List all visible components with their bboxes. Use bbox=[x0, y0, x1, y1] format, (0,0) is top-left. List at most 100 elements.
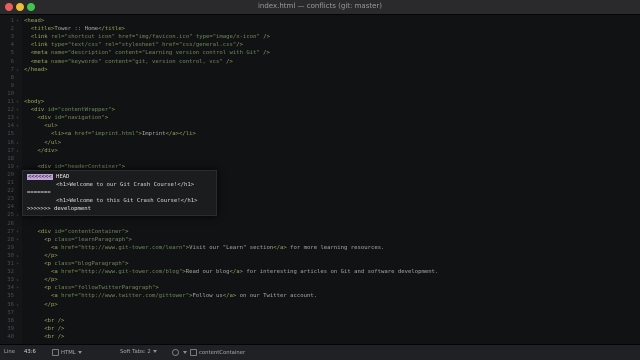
code-line[interactable]: 27 ▾ <div id="contentContainer"> bbox=[0, 228, 640, 236]
fold-toggle-icon[interactable]: ▾ bbox=[16, 228, 20, 236]
language-selector[interactable]: HTML bbox=[52, 349, 82, 356]
code-line[interactable]: 28 ▾ <p class="learnParagraph"> bbox=[0, 236, 640, 244]
code-text: <p class="blogParagraph"> bbox=[44, 261, 129, 267]
code-text: <br /> bbox=[44, 333, 65, 340]
conflict-head-marker: <<<<<<< bbox=[27, 174, 53, 180]
symbol-label: contentContainer bbox=[199, 350, 246, 356]
code-line[interactable]: 15 <li><a href="imprint.html">Imprint</a… bbox=[0, 130, 640, 138]
line-number: 21 bbox=[7, 180, 14, 186]
code-text: </p> bbox=[44, 301, 58, 308]
fold-toggle-icon[interactable]: ▾ bbox=[16, 122, 20, 130]
code-text: <meta name="keywords" content="git, vers… bbox=[30, 58, 233, 65]
code-line[interactable]: 34 ▾ <p class="followTwitterParagraph"> bbox=[0, 284, 640, 292]
line-number: 12 bbox=[7, 107, 14, 114]
line-number: 5 bbox=[10, 50, 14, 57]
code-text: <body> bbox=[24, 99, 45, 105]
code-line[interactable]: 18 bbox=[0, 155, 640, 163]
code-line[interactable]: 33 ▴ </p> bbox=[0, 276, 640, 284]
line-number: 32 bbox=[7, 269, 14, 276]
fold-toggle-icon[interactable]: ▾ bbox=[16, 260, 20, 268]
fold-toggle-icon[interactable]: ▴ bbox=[16, 147, 20, 155]
fold-toggle-icon[interactable]: ▾ bbox=[16, 236, 20, 244]
code-line[interactable]: 7 ▴ </head> bbox=[0, 66, 640, 74]
fold-toggle-icon[interactable]: ▴ bbox=[16, 252, 20, 260]
line-number: 34 bbox=[7, 285, 14, 292]
code-text: <p class="learnParagraph"> bbox=[44, 236, 132, 243]
code-line[interactable]: 31 ▾ <p class="blogParagraph"> bbox=[0, 260, 640, 268]
line-number: 9 bbox=[10, 82, 14, 89]
code-text: <title>Tower :: Home</title> bbox=[30, 26, 126, 33]
code-text: <a href="http://www.git-tower.com/learn"… bbox=[50, 244, 385, 251]
code-line[interactable]: 29 <a href="http://www.git-tower.com/lea… bbox=[0, 244, 640, 252]
code-line[interactable]: 3 <link rel="shortcut icon" href="img/fa… bbox=[0, 33, 640, 41]
code-line[interactable]: 10 bbox=[0, 90, 640, 98]
fold-toggle-icon[interactable]: ▴ bbox=[16, 276, 20, 284]
code-line[interactable]: 35 <a href="http://www.twitter.com/gitto… bbox=[0, 292, 640, 300]
code-line[interactable]: 5 <meta name="description" content="Lear… bbox=[0, 49, 640, 57]
code-line[interactable]: 12 ▾ <div id="contentWrapper"> bbox=[0, 106, 640, 114]
line-number: 7 bbox=[10, 66, 14, 73]
code-line[interactable]: 37 bbox=[0, 309, 640, 317]
cursor-position[interactable]: 43:6 bbox=[24, 349, 36, 355]
conflict-dev-content: <h1>Welcome to this Git Crash Course!</h… bbox=[56, 198, 198, 204]
gear-icon bbox=[172, 349, 179, 356]
line-number: 20 bbox=[7, 171, 14, 178]
code-text: </p> bbox=[44, 252, 58, 259]
code-line[interactable]: 17 ▴ </div> bbox=[0, 147, 640, 155]
fold-toggle-icon[interactable]: ▾ bbox=[16, 98, 20, 106]
line-number: 11 bbox=[7, 99, 14, 105]
code-line[interactable]: 8 bbox=[0, 74, 640, 82]
status-bar: Line 43:6 HTML Soft Tabs: 2 contentConta… bbox=[0, 344, 640, 360]
fold-toggle-icon[interactable]: ▾ bbox=[16, 106, 20, 114]
fold-toggle-icon[interactable]: ▴ bbox=[16, 211, 20, 219]
conflict-dev-line: >>>>>>> development bbox=[27, 205, 91, 213]
code-text: <div id="navigation"> bbox=[37, 115, 109, 122]
symbol-selector[interactable]: contentContainer bbox=[190, 349, 245, 356]
fold-toggle-icon[interactable]: ▾ bbox=[16, 17, 20, 25]
line-number: 4 bbox=[10, 42, 14, 49]
fold-toggle-icon[interactable]: ▾ bbox=[16, 284, 20, 292]
code-line[interactable]: 39 <br /> bbox=[0, 325, 640, 333]
line-number: 3 bbox=[10, 34, 14, 41]
tab-size-selector[interactable]: Soft Tabs: 2 bbox=[120, 349, 157, 355]
code-line[interactable]: 4 <link type="text/css" rel="stylesheet"… bbox=[0, 41, 640, 49]
code-line[interactable]: 26 bbox=[0, 220, 640, 228]
fold-toggle-icon[interactable]: ▾ bbox=[16, 163, 20, 171]
code-line[interactable]: 11 ▾ <body> bbox=[0, 98, 640, 106]
line-number: 6 bbox=[10, 58, 14, 65]
code-line[interactable]: 1 ▾ <head> bbox=[0, 17, 640, 25]
fold-toggle-icon[interactable]: ▾ bbox=[16, 114, 20, 122]
code-line[interactable]: 40 <br /> bbox=[0, 333, 640, 341]
fold-toggle-icon[interactable]: ▴ bbox=[16, 301, 20, 309]
code-line[interactable]: 6 <meta name="keywords" content="git, ve… bbox=[0, 58, 640, 66]
conflict-head-label: HEAD bbox=[52, 174, 70, 180]
conflict-head-line: <<<<<<< HEAD bbox=[27, 173, 69, 181]
code-line[interactable]: 14 ▾ <ul> bbox=[0, 122, 640, 130]
code-line[interactable]: 36 ▴ </p> bbox=[0, 301, 640, 309]
code-line[interactable]: 9 bbox=[0, 82, 640, 90]
code-text: <a href="http://www.twitter.com/gittower… bbox=[50, 293, 318, 300]
code-line[interactable]: 38 <br /> bbox=[0, 317, 640, 325]
gear-button[interactable] bbox=[172, 349, 187, 356]
editor-window: index.html — conflicts (git: master) 1 ▾ <… bbox=[0, 0, 640, 360]
code-text: </ul> bbox=[44, 139, 62, 146]
line-number: 17 bbox=[7, 147, 14, 154]
code-text: </p> bbox=[44, 277, 58, 284]
line-number: 33 bbox=[7, 277, 14, 284]
line-number: 24 bbox=[7, 204, 14, 211]
code-line[interactable]: 32 <a href="http://www.git-tower.com/blo… bbox=[0, 268, 640, 276]
line-number: 15 bbox=[7, 131, 14, 138]
line-number: 38 bbox=[7, 317, 14, 324]
fold-toggle-icon[interactable]: ▴ bbox=[16, 66, 20, 74]
code-line[interactable]: 30 ▴ </p> bbox=[0, 252, 640, 260]
code-line[interactable]: 16 ▴ </ul> bbox=[0, 139, 640, 147]
code-text: <meta name="description" content="Learni… bbox=[30, 50, 270, 57]
language-label: HTML bbox=[61, 350, 76, 356]
line-number: 14 bbox=[7, 123, 14, 130]
code-line[interactable]: 2 <title>Tower :: Home</title> bbox=[0, 25, 640, 33]
fold-toggle-icon[interactable]: ▴ bbox=[16, 139, 20, 147]
line-number: 10 bbox=[7, 90, 14, 97]
conflict-head-content: <h1>Welcome to our Git Crash Course!</h1… bbox=[56, 182, 195, 188]
code-text: <br /> bbox=[44, 325, 65, 332]
code-line[interactable]: 13 ▾ <div id="navigation"> bbox=[0, 114, 640, 122]
